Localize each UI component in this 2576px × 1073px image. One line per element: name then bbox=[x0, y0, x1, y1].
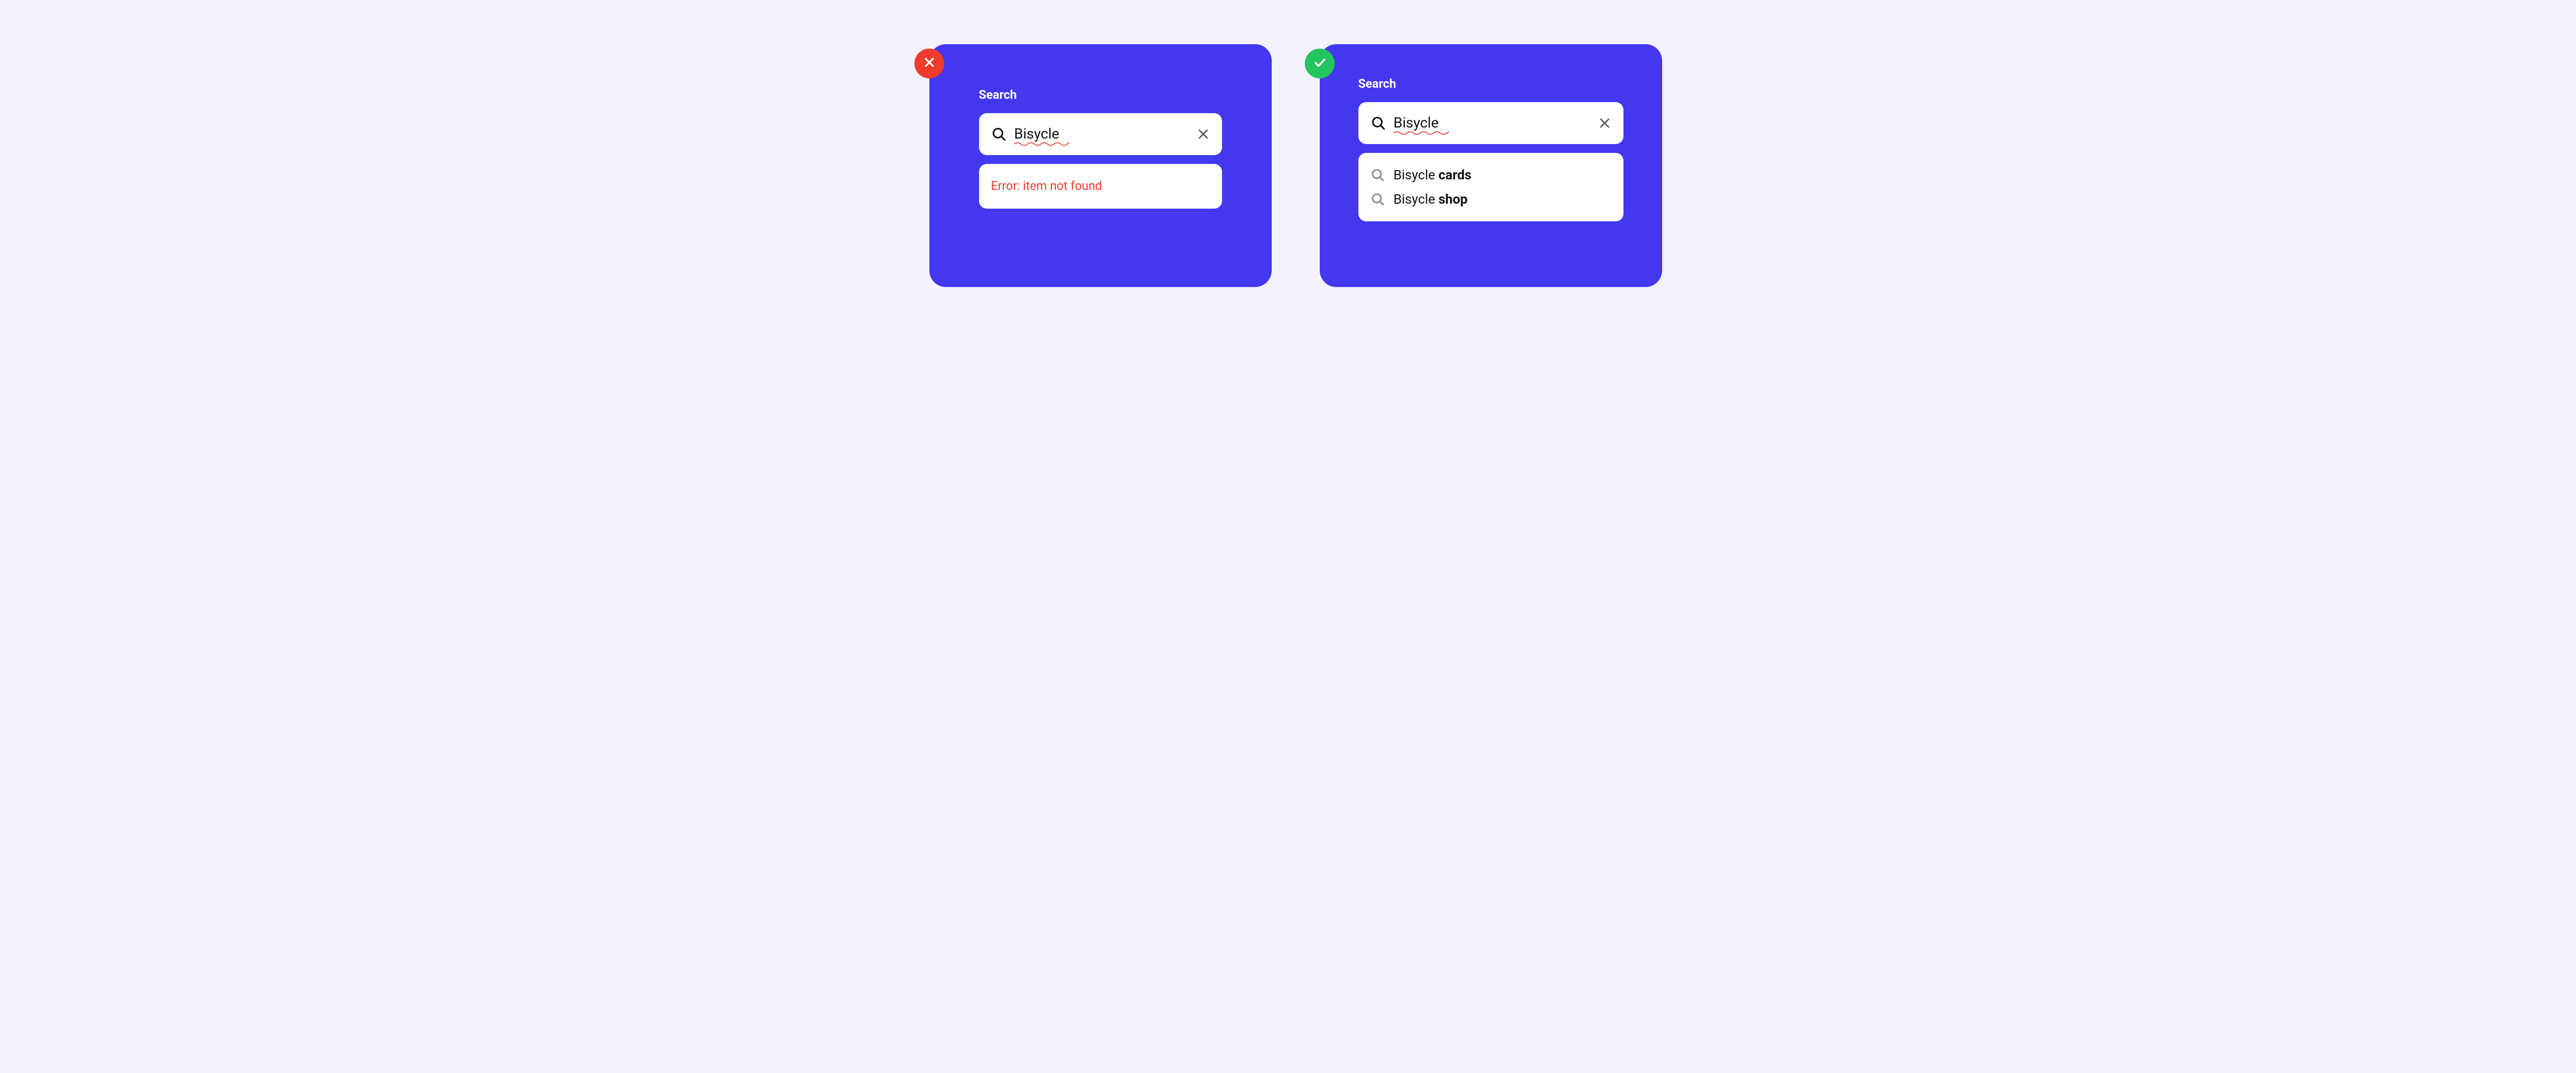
clear-button[interactable] bbox=[1598, 116, 1611, 130]
suggestion-base: Bisycle bbox=[1394, 192, 1436, 207]
bad-badge bbox=[914, 49, 944, 78]
suggestion-item[interactable]: Bisycle shop bbox=[1371, 187, 1611, 211]
error-message: Error: item not found bbox=[991, 179, 1210, 193]
suggestion-item[interactable]: Bisycle cards bbox=[1371, 163, 1611, 187]
good-example: Search Bisycle bbox=[1305, 44, 1662, 287]
spellcheck-squiggle-icon bbox=[1394, 131, 1449, 135]
spellcheck-squiggle-icon bbox=[1014, 142, 1070, 146]
search-icon bbox=[1371, 192, 1385, 206]
search-icon bbox=[1371, 168, 1385, 182]
suggestion-base: Bisycle bbox=[1394, 167, 1436, 183]
suggestion-bold: shop bbox=[1438, 192, 1468, 207]
examples-row: Search Bisycle bbox=[914, 44, 1662, 287]
x-icon bbox=[922, 55, 937, 72]
search-label: Search bbox=[1358, 77, 1623, 91]
suggestion-bold: cards bbox=[1438, 167, 1472, 183]
check-icon bbox=[1313, 55, 1327, 72]
good-badge bbox=[1305, 49, 1335, 78]
search-text-wrap: Bisycle bbox=[1394, 115, 1590, 131]
suggestion-text: Bisycle cards bbox=[1394, 167, 1472, 183]
suggestions-box: Bisycle cards Bisycle shop bbox=[1358, 153, 1623, 221]
search-icon bbox=[1371, 115, 1386, 131]
bad-panel: Search Bisycle bbox=[929, 44, 1272, 287]
query-value: Bisycle bbox=[1014, 126, 1060, 142]
query-value: Bisycle bbox=[1394, 115, 1439, 131]
search-query-text: Bisycle bbox=[1014, 126, 1060, 142]
error-box: Error: item not found bbox=[979, 164, 1222, 209]
search-query-text: Bisycle bbox=[1394, 115, 1439, 131]
search-input[interactable]: Bisycle bbox=[979, 113, 1222, 155]
clear-button[interactable] bbox=[1197, 128, 1210, 141]
suggestion-text: Bisycle shop bbox=[1394, 192, 1468, 207]
search-text-wrap: Bisycle bbox=[1014, 126, 1189, 142]
good-panel: Search Bisycle bbox=[1320, 44, 1662, 287]
bad-example: Search Bisycle bbox=[914, 44, 1272, 287]
search-input[interactable]: Bisycle bbox=[1358, 102, 1623, 144]
search-label: Search bbox=[979, 88, 1222, 102]
search-icon bbox=[991, 126, 1007, 142]
